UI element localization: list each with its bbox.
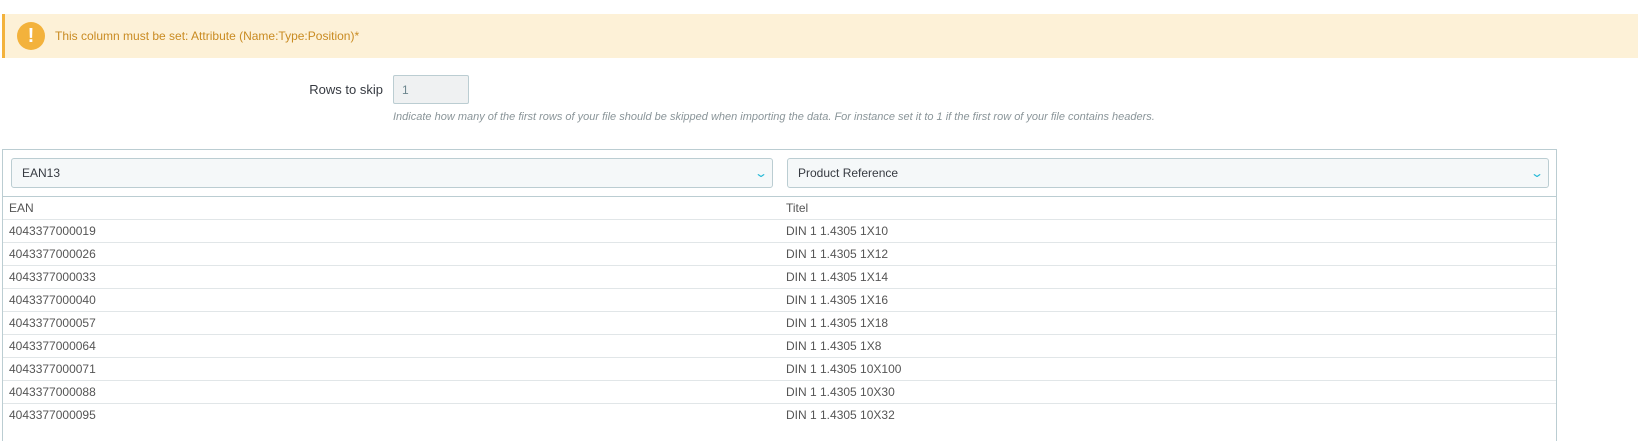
titel-cell: DIN 1 1.4305 10X30 [786,385,895,399]
alert-message: This column must be set: Attribute (Name… [55,29,360,43]
table-row: 4043377000026 DIN 1 1.4305 1X12 [3,242,1556,266]
titel-cell: DIN 1 1.4305 10X100 [786,362,902,376]
titel-cell: DIN 1 1.4305 10X32 [786,408,895,422]
table-row: 4043377000033 DIN 1 1.4305 1X14 [3,265,1556,289]
titel-cell: DIN 1 1.4305 1X8 [786,339,882,353]
column-mapping-select-1[interactable]: EAN13 ⌄ [11,158,773,188]
titel-cell: DIN 1 1.4305 1X16 [786,293,889,307]
ean-cell: 4043377000026 [9,247,96,261]
ean-cell: 4043377000057 [9,316,96,330]
table-row: 4043377000057 DIN 1 1.4305 1X18 [3,311,1556,335]
ean-cell: 4043377000088 [9,385,96,399]
titel-cell: DIN 1 1.4305 1X18 [786,316,889,330]
column-mapping-select-2[interactable]: Product Reference ⌄ [787,158,1549,188]
chevron-down-icon: ⌄ [1529,166,1545,180]
ean-cell: 4043377000095 [9,408,96,422]
warning-alert: ! This column must be set: Attribute (Na… [2,14,1638,58]
rows-to-skip-input[interactable] [393,75,469,104]
ean-cell: 4043377000064 [9,339,96,353]
table-header-row: EAN Titel [3,196,1556,221]
column-header-ean: EAN [9,201,34,215]
table-row: 4043377000040 DIN 1 1.4305 1X16 [3,288,1556,312]
table-row: 4043377000071 DIN 1 1.4305 10X100 [3,357,1556,381]
rows-to-skip-help: Indicate how many of the first rows of y… [393,111,1155,123]
table-row: 4043377000095 DIN 1 1.4305 10X32 [3,403,1556,427]
ean-cell: 4043377000040 [9,293,96,307]
chevron-down-icon: ⌄ [753,166,769,180]
table-row: 4043377000088 DIN 1 1.4305 10X30 [3,380,1556,404]
ean-cell: 4043377000019 [9,224,96,238]
import-preview-table: EAN13 ⌄ Product Reference ⌄ EAN Titel 40… [2,149,1557,441]
titel-cell: DIN 1 1.4305 1X14 [786,270,889,284]
titel-cell: DIN 1 1.4305 1X10 [786,224,889,238]
select-value: Product Reference [798,166,899,180]
table-row: 4043377000019 DIN 1 1.4305 1X10 [3,219,1556,243]
ean-cell: 4043377000033 [9,270,96,284]
titel-cell: DIN 1 1.4305 1X12 [786,247,889,261]
select-value: EAN13 [22,166,61,180]
exclamation-icon: ! [17,22,45,50]
table-row: 4043377000064 DIN 1 1.4305 1X8 [3,334,1556,358]
ean-cell: 4043377000071 [9,362,96,376]
column-header-titel: Titel [786,201,809,215]
rows-to-skip-label: Rows to skip [309,82,383,97]
